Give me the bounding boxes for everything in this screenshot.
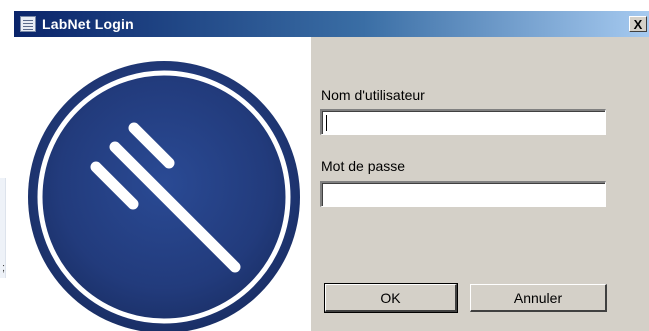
window-title: LabNet Login: [42, 16, 134, 32]
document-list-icon: [20, 16, 36, 32]
labnet-logo-icon: [28, 61, 300, 331]
password-field[interactable]: [320, 181, 606, 207]
logo-panel: [14, 37, 311, 331]
close-button[interactable]: X: [629, 16, 647, 32]
text-caret: [326, 115, 327, 131]
close-icon: X: [633, 16, 643, 32]
username-label: Nom d'utilisateur: [321, 87, 425, 103]
ok-button-label: OK: [380, 289, 401, 306]
desktop-background: [0, 0, 14, 331]
title-bar[interactable]: LabNet Login X: [14, 11, 649, 37]
login-dialog: LabNet Login X Nom d'utilisateur Mot de …: [14, 11, 649, 331]
password-label: Mot de passe: [321, 158, 406, 174]
username-input[interactable]: [322, 111, 605, 134]
password-input[interactable]: [322, 183, 605, 206]
background-glyph: ;: [2, 262, 6, 274]
cancel-button[interactable]: Annuler: [470, 284, 607, 312]
ok-button[interactable]: OK: [324, 283, 458, 313]
cancel-button-label: Annuler: [513, 289, 563, 306]
username-field[interactable]: [320, 109, 606, 135]
